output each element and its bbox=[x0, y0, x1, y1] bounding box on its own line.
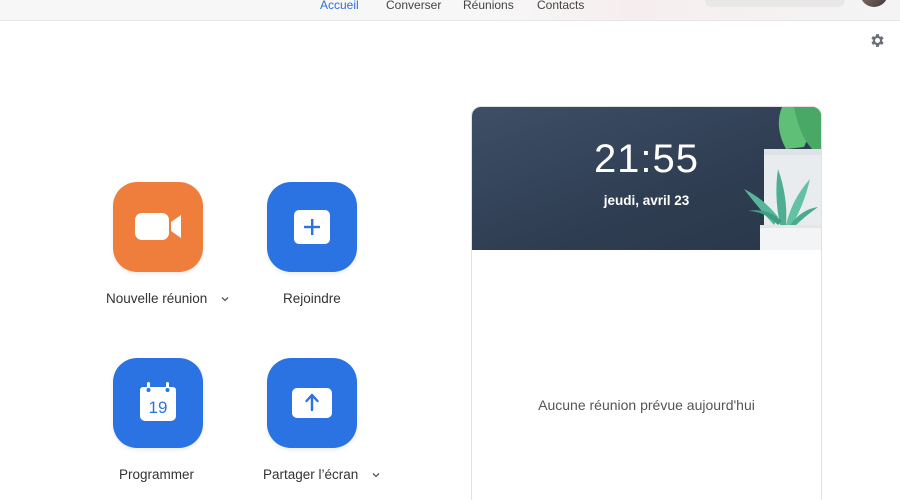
chevron-down-icon[interactable] bbox=[220, 295, 230, 303]
gear-icon[interactable] bbox=[869, 32, 886, 49]
tab-meetings[interactable]: Réunions bbox=[463, 0, 514, 12]
video-camera-icon bbox=[135, 213, 181, 240]
no-meetings-message: Aucune réunion prévue aujourd'hui bbox=[538, 397, 755, 413]
join-label[interactable]: Rejoindre bbox=[283, 291, 341, 306]
plus-icon bbox=[294, 210, 330, 244]
calendar-icon: 19 bbox=[140, 382, 176, 421]
schedule-label[interactable]: Programmer bbox=[119, 467, 194, 482]
new-meeting-button[interactable] bbox=[113, 182, 203, 272]
zoom-home-window: Accueil Converser Réunions Contacts Nouv… bbox=[0, 0, 900, 500]
tab-home[interactable]: Accueil bbox=[320, 0, 359, 12]
upload-arrow-icon bbox=[292, 388, 332, 418]
avatar[interactable] bbox=[860, 0, 888, 7]
share-screen-button[interactable] bbox=[267, 358, 357, 448]
clock-banner: 21:55 jeudi, avril 23 bbox=[472, 107, 821, 250]
upcoming-meetings-panel: 21:55 jeudi, avril 23 Aucune réunion pré… bbox=[471, 106, 822, 500]
tab-contacts[interactable]: Contacts bbox=[537, 0, 584, 12]
tab-chat[interactable]: Converser bbox=[386, 0, 441, 12]
join-button[interactable] bbox=[267, 182, 357, 272]
calendar-day: 19 bbox=[149, 398, 168, 417]
chevron-down-icon[interactable] bbox=[371, 471, 381, 479]
new-meeting-label[interactable]: Nouvelle réunion bbox=[106, 291, 207, 306]
schedule-button[interactable]: 19 bbox=[113, 358, 203, 448]
search-input[interactable] bbox=[705, 0, 845, 7]
top-nav-bar: Accueil Converser Réunions Contacts bbox=[0, 0, 900, 21]
plant-illustration bbox=[744, 107, 821, 250]
share-screen-label[interactable]: Partager l’écran bbox=[263, 467, 358, 482]
